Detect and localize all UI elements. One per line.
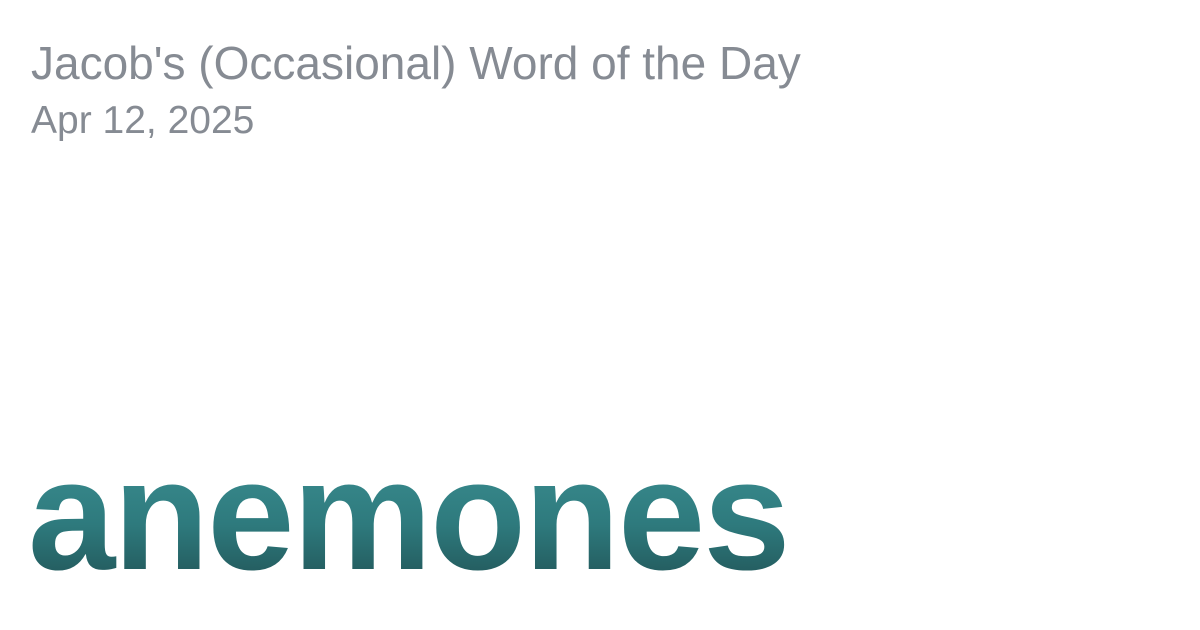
word-of-the-day-card: Jacob's (Occasional) Word of the Day Apr… xyxy=(0,0,1200,630)
featured-word: anemones xyxy=(28,428,791,603)
post-date: Apr 12, 2025 xyxy=(31,99,255,142)
site-title: Jacob's (Occasional) Word of the Day xyxy=(31,37,801,89)
